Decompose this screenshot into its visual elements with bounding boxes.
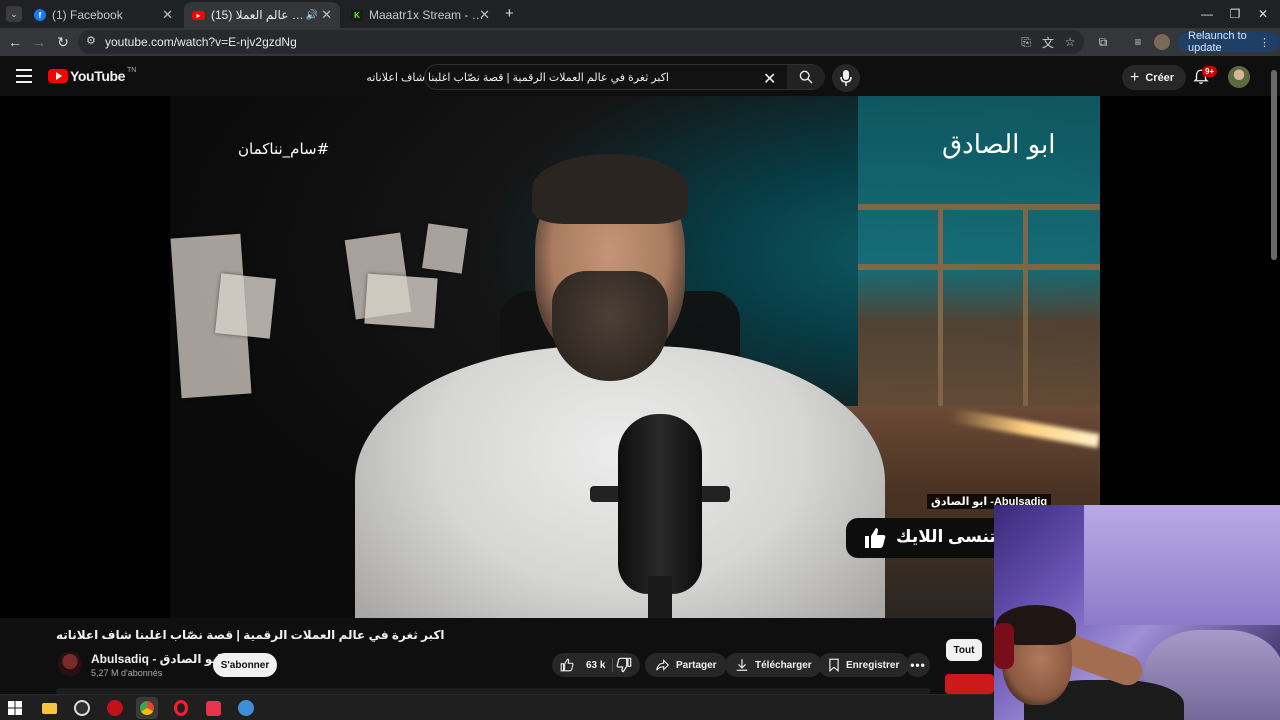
notification-count-badge: 9+	[1202, 66, 1218, 77]
channel-name[interactable]: Abulsadiq - ابو الصادق	[91, 652, 233, 666]
browser-tab-strip: ⌄ f (1) Facebook ✕ ▸ (15) اكبر ثغرة في ع…	[0, 0, 1280, 28]
more-actions-button[interactable]: •••	[906, 653, 930, 677]
divider	[612, 658, 613, 672]
blue-app-icon[interactable]	[235, 697, 257, 719]
channel-logo: ابو الصادق	[942, 130, 1056, 160]
page-scrollbar[interactable]	[1271, 70, 1277, 260]
logo-wordmark: YouTube	[70, 68, 126, 84]
clear-search-icon[interactable]: ✕	[763, 69, 776, 89]
extensions-icon[interactable]: ⧉	[1095, 34, 1111, 50]
save-label: Enregistrer	[846, 659, 900, 671]
youtube-logo[interactable]: YouTube TN	[48, 66, 137, 84]
microphone-icon	[840, 70, 852, 86]
windows-start-icon[interactable]	[4, 697, 26, 719]
translate-icon[interactable]: 文	[1040, 34, 1056, 50]
kick-icon: K	[351, 9, 363, 21]
file-explorer-icon[interactable]	[38, 697, 60, 719]
tab-search-button[interactable]: ⌄	[6, 6, 22, 22]
tab-title: (15) اكبر ثغرة في عالم العملا	[211, 8, 306, 22]
voice-search-button[interactable]	[832, 64, 860, 92]
plus-icon: +	[1130, 68, 1140, 86]
download-label: Télécharger	[755, 659, 812, 671]
close-window-button[interactable]: ✕	[1246, 0, 1280, 28]
relaunch-to-update-button[interactable]: Relaunch to update ⋮	[1178, 30, 1280, 54]
create-label: Créer	[1145, 71, 1175, 84]
video-hashtag: #سام_نناكمان	[238, 140, 330, 158]
subscriber-count: 5,27 M d'abonnés	[91, 668, 163, 678]
tab-facebook[interactable]: f (1) Facebook ✕	[26, 2, 181, 28]
recommended-thumbnail[interactable]	[945, 674, 994, 694]
subscribe-button[interactable]: S'abonner	[213, 653, 277, 677]
pocket-app-icon[interactable]	[202, 697, 224, 719]
microphone	[618, 414, 702, 594]
account-avatar[interactable]	[1228, 66, 1250, 88]
chrome-icon[interactable]	[136, 697, 158, 719]
search-icon	[799, 70, 813, 84]
search-query-text[interactable]: اكبر ثغرة في عالم العملات الرقمية | قصة …	[366, 71, 669, 84]
presenter-beard	[552, 271, 668, 381]
install-app-icon[interactable]: ⎘	[1018, 34, 1034, 50]
channel-avatar[interactable]	[58, 652, 82, 676]
profile-avatar-icon[interactable]	[1154, 34, 1170, 50]
channel-name-text: Abulsadiq - ابو الصادق	[91, 652, 221, 666]
country-code: TN	[127, 66, 137, 74]
site-info-icon[interactable]: ⚙	[86, 34, 96, 47]
share-button[interactable]: Partager	[645, 653, 727, 677]
like-count: 63 k	[586, 659, 606, 671]
presenter-hair	[532, 154, 688, 224]
youtube-header: YouTube TN اكبر ثغرة في عالم العملات الر…	[0, 56, 1280, 96]
photo-frame	[422, 223, 468, 274]
close-tab-icon[interactable]: ✕	[479, 7, 490, 23]
obs-studio-icon[interactable]	[71, 697, 93, 719]
like-dislike-group: 63 k	[552, 653, 640, 677]
media-controls-icon[interactable]: ≡	[1130, 34, 1146, 50]
create-button[interactable]: + Créer	[1122, 65, 1187, 90]
webcam-wall	[1084, 505, 1280, 625]
opera-icon[interactable]	[170, 697, 192, 719]
save-button[interactable]: Enregistrer	[818, 653, 910, 677]
red-app-icon[interactable]	[104, 697, 126, 719]
like-button[interactable]: 63 k	[560, 653, 605, 677]
thumbs-down-icon[interactable]	[616, 657, 632, 673]
tab-youtube[interactable]: ▸ (15) اكبر ثغرة في عالم العملا 🔊 ✕	[184, 2, 340, 28]
close-tab-icon[interactable]: ✕	[321, 7, 332, 23]
tab-title: Maaatr1x Stream - Watch Live	[369, 8, 489, 22]
download-icon	[736, 659, 748, 671]
youtube-play-icon	[48, 69, 68, 83]
video-title: اكبر ثغرة في عالم العملات الرقمية | قصة …	[56, 628, 445, 642]
tab-title: (1) Facebook	[52, 8, 123, 22]
like-reminder-overlay: لا تنسى اللايك	[846, 518, 1016, 558]
webcam-overlay	[994, 505, 1280, 720]
share-label: Partager	[676, 659, 717, 671]
filter-chip-all[interactable]: Tout	[946, 639, 982, 661]
bookmark-icon	[829, 658, 839, 672]
kebab-menu-icon[interactable]: ⋮	[1259, 36, 1270, 49]
relaunch-label: Relaunch to update	[1188, 30, 1247, 54]
search-button[interactable]	[787, 65, 825, 89]
photo-frame	[364, 273, 438, 329]
back-arrow-icon[interactable]: ←	[6, 33, 24, 51]
headset	[994, 623, 1014, 669]
facebook-icon: f	[34, 9, 46, 21]
tab-kick-stream[interactable]: K Maaatr1x Stream - Watch Live ✕	[343, 2, 498, 28]
reload-icon[interactable]: ↻	[54, 33, 72, 51]
thumbs-up-icon	[865, 528, 886, 548]
youtube-icon: ▸	[192, 10, 205, 20]
search-input[interactable]: اكبر ثغرة في عالم العملات الرقمية | قصة …	[366, 64, 825, 90]
mic-stand	[648, 576, 672, 618]
bookmark-star-icon[interactable]: ☆	[1062, 34, 1078, 50]
browser-toolbar: ← → ↻ ⚙ youtube.com/watch?v=E-njv2gzdNg …	[0, 28, 1280, 56]
new-tab-button[interactable]: +	[505, 5, 514, 22]
hamburger-menu-icon[interactable]	[16, 69, 32, 83]
url-text[interactable]: youtube.com/watch?v=E-njv2gzdNg	[105, 35, 297, 49]
close-tab-icon[interactable]: ✕	[162, 7, 173, 23]
photo-frame	[215, 273, 276, 339]
share-icon	[656, 659, 670, 671]
audio-playing-icon[interactable]: 🔊	[306, 10, 318, 21]
address-bar[interactable]: ⚙ youtube.com/watch?v=E-njv2gzdNg ⎘ 文 ☆	[78, 30, 1084, 54]
forward-arrow-icon[interactable]: →	[30, 33, 48, 51]
download-button[interactable]: Télécharger	[725, 653, 822, 677]
thumbs-up-icon	[560, 658, 574, 672]
